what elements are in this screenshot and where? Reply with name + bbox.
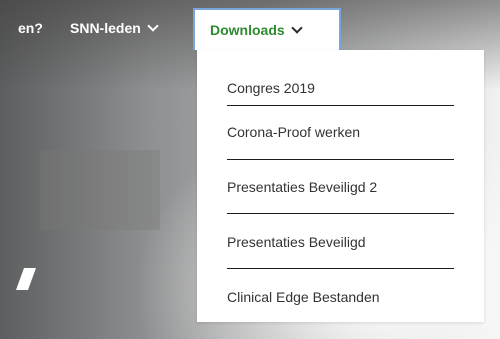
nav-item-snn-leden[interactable]: SNN-leden (70, 20, 159, 36)
dropdown-item-corona-proof-werken[interactable]: Corona-Proof werken (227, 124, 454, 140)
dropdown-item-congres-2019[interactable]: Congres 2019 (227, 80, 454, 96)
dropdown-divider (227, 159, 454, 160)
dropdown-item-presentaties-beveiligd-2[interactable]: Presentaties Beveiligd 2 (227, 179, 454, 195)
nav-item-label: Downloads (210, 22, 285, 38)
chevron-down-icon (291, 22, 303, 34)
hero-decoration (15, 268, 37, 290)
nav-item-label: SNN-leden (70, 20, 141, 36)
nav-item-downloads[interactable]: Downloads (193, 8, 341, 50)
chevron-down-icon (147, 20, 159, 32)
dropdown-divider (227, 105, 454, 106)
dropdown-item-presentaties-beveiligd[interactable]: Presentaties Beveiligd (227, 234, 454, 250)
downloads-dropdown-menu: Congres 2019 Corona-Proof werken Present… (197, 50, 484, 322)
dropdown-divider (227, 268, 454, 269)
hero-block (40, 150, 160, 230)
nav-item-partial[interactable]: en? (18, 20, 43, 36)
dropdown-divider (227, 213, 454, 214)
nav-item-downloads-label-wrap: Downloads (210, 22, 303, 38)
dropdown-item-clinical-edge-bestanden[interactable]: Clinical Edge Bestanden (227, 289, 454, 305)
